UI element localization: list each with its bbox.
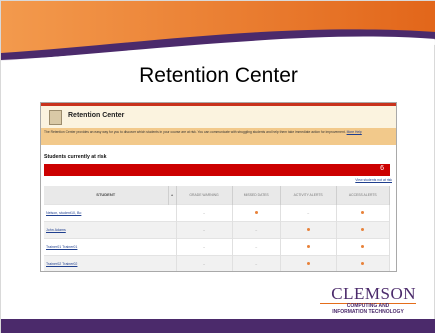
slide: Retention Center Retention Center The Re…	[0, 0, 435, 333]
empty-dash: –	[203, 244, 205, 249]
alert-dot-icon	[254, 210, 258, 214]
grade-warning-cell: –	[176, 237, 233, 255]
slide-title: Retention Center	[139, 64, 298, 87]
column-header-student[interactable]: STUDENT	[44, 186, 169, 204]
access-alerts-cell	[336, 203, 391, 221]
column-header-activity-alerts[interactable]: ACTIVITY ALERTS	[280, 186, 337, 204]
activity-alerts-cell: –	[280, 203, 337, 221]
table-row: John Adams – –	[44, 220, 391, 238]
empty-dash: –	[255, 244, 258, 249]
students-at-risk-heading: Students currently at risk	[44, 154, 107, 160]
info-text: The Retention Center provides an easy wa…	[44, 130, 347, 134]
activity-alerts-cell	[280, 254, 337, 271]
alert-dot-icon	[306, 261, 310, 265]
student-name-link[interactable]: Nelson, student10, Bo	[44, 203, 177, 221]
empty-dash: –	[307, 210, 310, 215]
risk-table: STUDENT ▲ GRADE WARNING MISSED DATES ACT…	[44, 186, 391, 271]
footer-bar	[1, 319, 435, 333]
activity-alerts-cell	[280, 220, 337, 238]
alert-dot-icon	[361, 227, 365, 231]
access-alerts-cell	[336, 220, 391, 238]
student-name-link[interactable]: Trainer02 Trainer02	[44, 254, 177, 271]
view-not-at-risk-link[interactable]: View students not at risk	[355, 178, 392, 182]
activity-alerts-cell	[280, 237, 337, 255]
at-risk-count: 6	[380, 165, 384, 172]
missed-dates-cell	[232, 203, 281, 221]
missed-dates-cell: –	[232, 220, 281, 238]
info-banner: The Retention Center provides an easy wa…	[41, 128, 396, 145]
student-name-link[interactable]: Trainer01 Trainer01	[44, 237, 177, 255]
student-name-link[interactable]: John Adams	[44, 220, 177, 238]
at-risk-bar[interactable]: 6	[44, 164, 390, 176]
access-alerts-cell	[336, 254, 391, 271]
clemson-logo: CLEMSON COMPUTING AND INFORMATION TECHNO…	[320, 285, 416, 315]
retention-center-header: Retention Center	[41, 106, 396, 128]
missed-dates-cell: –	[232, 237, 281, 255]
alert-dot-icon	[306, 227, 310, 231]
alert-dot-icon	[361, 210, 365, 214]
table-row: Trainer02 Trainer02 – –	[44, 254, 391, 271]
more-help-link[interactable]: More Help	[347, 130, 362, 134]
retention-center-title: Retention Center	[68, 112, 125, 119]
column-header-access-alerts[interactable]: ACCESS ALERTS	[336, 186, 391, 204]
column-header-missed-dates[interactable]: MISSED DATES	[232, 186, 281, 204]
empty-dash: –	[203, 261, 205, 266]
grade-warning-cell: –	[176, 203, 233, 221]
column-header-grade-warning[interactable]: GRADE WARNING	[176, 186, 233, 204]
grade-warning-cell: –	[176, 220, 233, 238]
header-swoosh	[1, 1, 435, 63]
empty-dash: –	[255, 261, 258, 266]
empty-dash: –	[203, 210, 205, 215]
alert-dot-icon	[361, 244, 365, 248]
alert-dot-icon	[361, 261, 365, 265]
alert-dot-icon	[306, 244, 310, 248]
empty-dash: –	[255, 227, 258, 232]
table-row: Nelson, student10, Bo – –	[44, 203, 391, 221]
missed-dates-cell: –	[232, 254, 281, 271]
logo-wordmark: CLEMSON	[331, 284, 416, 303]
grade-warning-cell: –	[176, 254, 233, 271]
retention-center-screenshot: Retention Center The Retention Center pr…	[40, 102, 397, 272]
logo-subtitle-line2: INFORMATION TECHNOLOGY	[332, 308, 404, 315]
access-alerts-cell	[336, 237, 391, 255]
sort-arrow-icon[interactable]: ▲	[168, 186, 177, 204]
clipboard-icon	[49, 110, 62, 125]
empty-dash: –	[203, 227, 205, 232]
table-row: Trainer01 Trainer01 – –	[44, 237, 391, 255]
